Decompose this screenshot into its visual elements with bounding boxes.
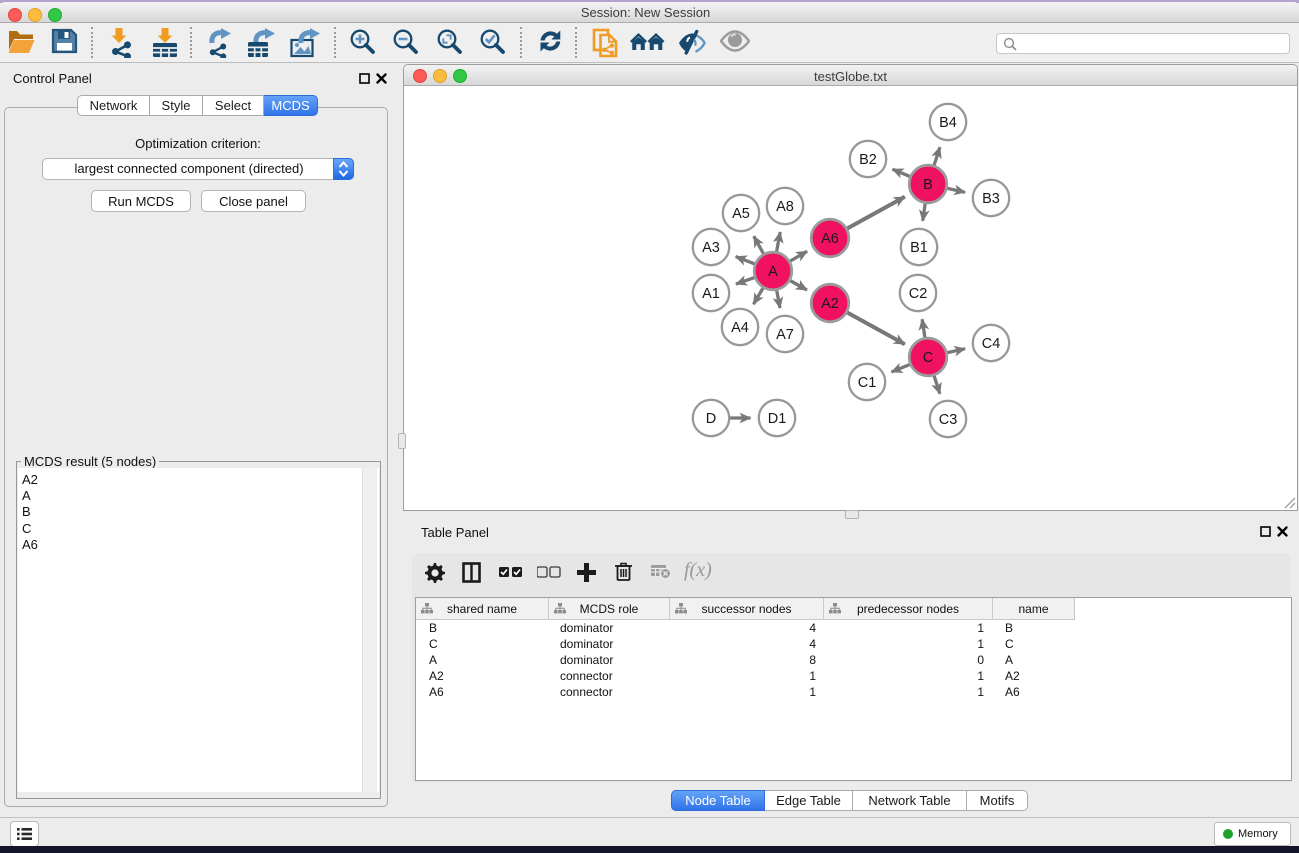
- svg-text:C4: C4: [982, 336, 1001, 352]
- svg-text:B3: B3: [982, 191, 1000, 207]
- svg-text:A4: A4: [731, 320, 749, 336]
- svg-text:B2: B2: [859, 152, 877, 168]
- svg-text:C2: C2: [909, 286, 928, 302]
- svg-text:D1: D1: [768, 411, 787, 427]
- svg-text:B: B: [923, 177, 933, 193]
- svg-text:A3: A3: [702, 240, 720, 256]
- svg-text:D: D: [706, 411, 716, 427]
- svg-text:A2: A2: [821, 296, 839, 312]
- svg-text:A5: A5: [732, 206, 750, 222]
- svg-text:B1: B1: [910, 240, 928, 256]
- svg-text:C3: C3: [939, 412, 958, 428]
- svg-text:A1: A1: [702, 286, 720, 302]
- svg-text:C: C: [923, 350, 933, 366]
- svg-text:B4: B4: [939, 115, 957, 131]
- svg-text:C1: C1: [858, 375, 877, 391]
- svg-text:A8: A8: [776, 199, 794, 215]
- svg-text:A6: A6: [821, 231, 839, 247]
- svg-text:A: A: [768, 264, 778, 280]
- svg-text:A7: A7: [776, 327, 794, 343]
